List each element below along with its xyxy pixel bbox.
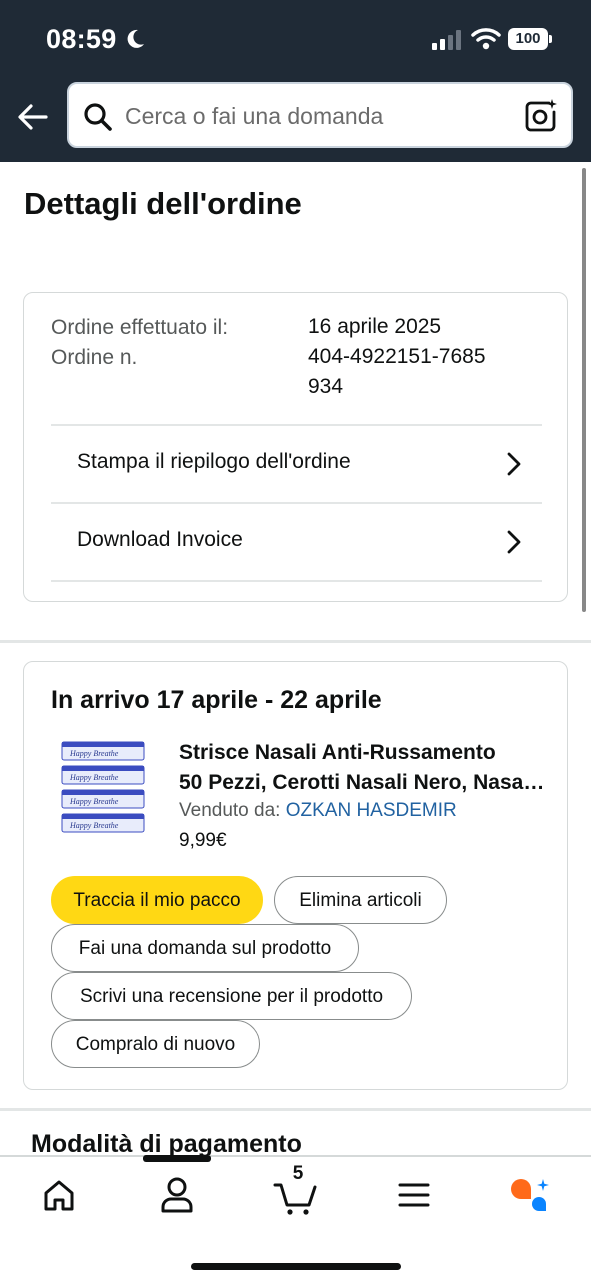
order-number-label: Ordine n. <box>51 346 138 369</box>
cart-icon <box>273 1183 317 1215</box>
moon-icon <box>127 29 144 48</box>
status-time: 08:59 <box>46 24 117 54</box>
order-number-value: 404-4922151-7685934 <box>308 345 486 398</box>
seller-label: Venduto da: <box>179 800 281 821</box>
back-arrow-icon[interactable] <box>16 100 50 134</box>
search-bar[interactable] <box>67 82 573 148</box>
track-package-button[interactable]: Traccia il mio pacco <box>51 876 263 924</box>
battery-level: 100 <box>508 28 548 50</box>
bottom-tab-bar: 5 <box>0 1155 591 1280</box>
scrollbar[interactable] <box>582 168 586 612</box>
product-title-line2: 50 Pezzi, Cerotti Nasali Nero, Nasali An… <box>179 771 549 794</box>
order-info-card: Ordine effettuato il: 16 aprile 2025 Ord… <box>23 292 568 602</box>
product-price: 9,99€ <box>179 830 227 851</box>
write-review-button[interactable]: Scrivi una recensione per il prodotto <box>51 972 412 1020</box>
cart-button[interactable]: 5 <box>272 1163 322 1217</box>
buy-again-button[interactable]: Compralo di nuovo <box>51 1020 260 1068</box>
search-icon <box>84 103 112 131</box>
rufus-ai-icon[interactable] <box>505 1173 555 1217</box>
print-summary-label: Stampa il riepilogo dell'ordine <box>77 450 351 473</box>
delete-items-button[interactable]: Elimina articoli <box>274 876 447 924</box>
page-title: Dettagli dell'ordine <box>24 186 302 221</box>
product-title-line1: Strisce Nasali Anti-Russamento <box>179 741 496 764</box>
order-date-label: Ordine effettuato il: <box>51 316 229 339</box>
active-tab-indicator <box>143 1155 211 1162</box>
seller-info: Venduto da: OZKAN HASDEMIR <box>179 800 457 822</box>
search-input[interactable] <box>125 98 505 134</box>
camera-search-icon[interactable] <box>523 98 559 134</box>
ask-question-button[interactable]: Fai una domanda sul prodotto <box>51 924 359 972</box>
product-image[interactable]: Happy Breathe Happy Breathe Happy Breath… <box>60 740 146 836</box>
product-image-text: Happy Breathe <box>69 821 119 830</box>
status-bar: 08:59 100 <box>0 0 591 80</box>
arrival-date: In arrivo 17 aprile - 22 aprile <box>51 686 382 714</box>
header-bar: 08:59 100 <box>0 0 591 162</box>
chevron-right-icon <box>507 530 521 554</box>
cellular-signal-icon <box>432 30 461 50</box>
shipment-card: In arrivo 17 aprile - 22 aprile Happy Br… <box>23 661 568 1090</box>
battery-icon: 100 <box>508 28 552 50</box>
home-icon[interactable] <box>34 1173 84 1217</box>
account-icon[interactable] <box>152 1173 202 1217</box>
product-image-text: Happy Breathe <box>69 797 119 806</box>
chevron-right-icon <box>507 452 521 476</box>
download-invoice-label: Download Invoice <box>77 528 243 551</box>
home-indicator <box>191 1263 401 1270</box>
menu-icon[interactable] <box>389 1173 439 1217</box>
section-divider <box>0 1108 591 1111</box>
product-image-text: Happy Breathe <box>69 773 119 782</box>
print-summary-row[interactable]: Stampa il riepilogo dell'ordine <box>51 426 542 504</box>
wifi-icon <box>471 28 501 50</box>
order-date-value: 16 aprile 2025 <box>308 315 442 338</box>
product-image-text: Happy Breathe <box>69 749 119 758</box>
seller-link[interactable]: OZKAN HASDEMIR <box>286 800 457 821</box>
section-divider <box>0 640 591 643</box>
product-title[interactable]: Strisce Nasali Anti-Russamento 50 Pezzi,… <box>179 738 549 798</box>
download-invoice-row[interactable]: Download Invoice <box>51 504 542 582</box>
